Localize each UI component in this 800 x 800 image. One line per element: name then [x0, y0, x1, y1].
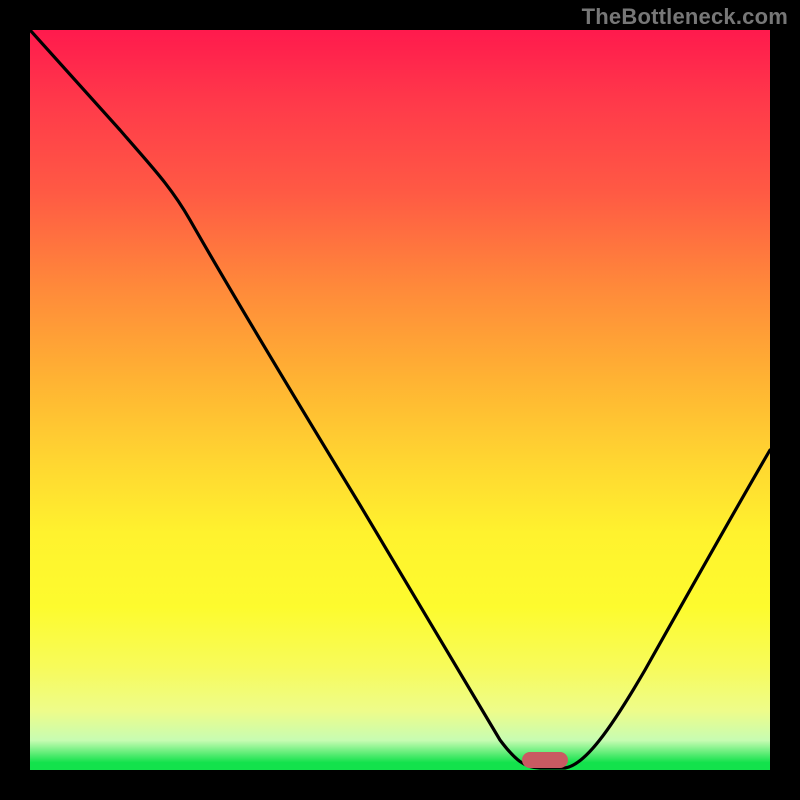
- bottleneck-curve: [30, 30, 770, 770]
- chart-frame: TheBottleneck.com: [0, 0, 800, 800]
- plot-area: [30, 30, 770, 770]
- curve-path: [30, 30, 770, 768]
- watermark-text: TheBottleneck.com: [582, 4, 788, 30]
- optimal-point-marker: [522, 752, 568, 768]
